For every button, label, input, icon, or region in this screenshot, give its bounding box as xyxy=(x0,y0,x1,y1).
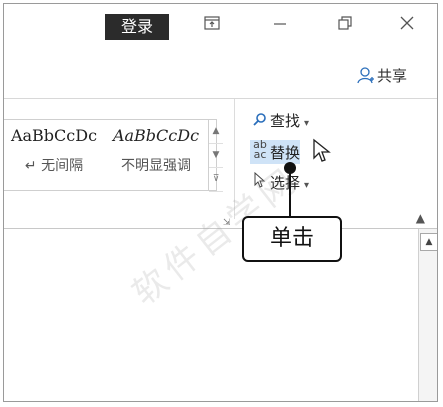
style-sample: AaBbCcDc xyxy=(10,126,98,145)
scroll-up-icon[interactable]: ▲ xyxy=(420,233,437,251)
styles-scroll-down-icon[interactable]: ▼ xyxy=(209,144,223,168)
styles-scroll-up-icon[interactable]: ▲ xyxy=(209,120,223,144)
person-add-icon xyxy=(357,64,375,88)
login-button[interactable]: 登录 xyxy=(105,14,169,40)
styles-more-icon[interactable]: ⊽ xyxy=(209,168,223,192)
share-label: 共享 xyxy=(376,67,407,85)
find-button[interactable]: 查找 ▾ xyxy=(250,109,309,133)
callout-line xyxy=(289,166,291,216)
ribbon-display-options-icon[interactable] xyxy=(201,14,223,36)
mouse-pointer-icon xyxy=(312,138,332,168)
close-icon[interactable] xyxy=(396,14,418,36)
search-icon xyxy=(250,111,270,135)
find-label: 查找 xyxy=(270,112,301,130)
styles-scroll: ▲ ▼ ⊽ xyxy=(208,120,223,192)
style-name: 不明显强调 xyxy=(121,158,191,174)
restore-icon[interactable] xyxy=(334,14,356,36)
share-button[interactable]: 共享 xyxy=(357,64,407,88)
title-bar: 登录 xyxy=(4,4,437,50)
style-subtle-emphasis[interactable]: AaBbCcDc 不明显强调 xyxy=(106,126,206,175)
style-name: ↵ 无间隔 xyxy=(24,158,84,174)
collapse-ribbon-icon[interactable]: ▲ xyxy=(416,211,425,225)
click-callout: 单击 xyxy=(242,216,342,262)
vertical-scrollbar[interactable]: ▲ xyxy=(418,229,437,401)
minimize-icon[interactable] xyxy=(269,14,291,36)
app-window: 登录 共享 AaBbCcDc ↵ 无间隔 AaBbCcDc 不明显强调 ▲ ▼ … xyxy=(3,3,438,402)
chevron-down-icon: ▾ xyxy=(304,118,310,129)
styles-gallery: AaBbCcDc ↵ 无间隔 AaBbCcDc 不明显强调 ▲ ▼ ⊽ xyxy=(4,119,223,192)
style-sample: AaBbCcDc xyxy=(112,126,200,145)
replace-icon: ab ac xyxy=(253,138,267,161)
style-no-spacing[interactable]: AaBbCcDc ↵ 无间隔 xyxy=(4,126,104,175)
